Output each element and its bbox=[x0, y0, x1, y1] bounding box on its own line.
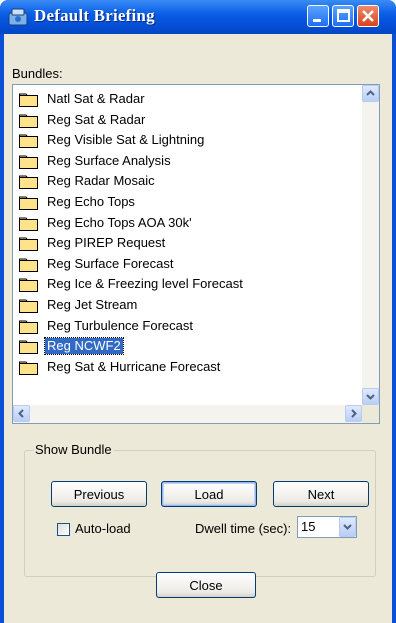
bundle-item-label: Reg Visible Sat & Lightning bbox=[47, 132, 205, 148]
scroll-corner bbox=[362, 405, 379, 423]
folder-icon bbox=[19, 299, 38, 313]
scroll-up-button[interactable] bbox=[362, 85, 379, 102]
close-button[interactable]: Close bbox=[156, 572, 256, 598]
folder-icon bbox=[19, 258, 38, 272]
briefing-window: Default Briefing Bundles: Natl Sat & Rad… bbox=[0, 0, 396, 623]
previous-button[interactable]: Previous bbox=[51, 481, 147, 507]
dwell-time-select[interactable]: 15 bbox=[297, 516, 357, 538]
folder-icon bbox=[19, 361, 38, 375]
dwell-time-value: 15 bbox=[301, 519, 316, 534]
maximize-icon bbox=[337, 9, 350, 22]
folder-icon bbox=[19, 175, 38, 190]
window-title: Default Briefing bbox=[34, 6, 155, 25]
close-icon bbox=[362, 10, 374, 22]
dwell-dropdown-button[interactable] bbox=[339, 517, 356, 537]
folder-icon bbox=[19, 320, 38, 334]
bundle-item-label: Reg Radar Mosaic bbox=[47, 173, 155, 189]
scroll-down-button[interactable] bbox=[362, 388, 379, 405]
dialog-body: Bundles: Natl Sat & Radar Reg Sat & Radar… bbox=[4, 34, 392, 623]
folder-icon bbox=[19, 134, 38, 149]
chevron-down-icon bbox=[343, 524, 352, 530]
bundle-item-label: Reg Sat & Radar bbox=[47, 111, 146, 127]
folder-icon bbox=[19, 114, 38, 128]
scroll-left-button[interactable] bbox=[13, 405, 30, 422]
bundle-item-label: Reg Jet Stream bbox=[47, 297, 138, 312]
horizontal-scrollbar[interactable] bbox=[13, 405, 362, 423]
next-button[interactable]: Next bbox=[273, 481, 369, 507]
show-bundle-label: Show Bundle bbox=[33, 442, 114, 457]
app-icon bbox=[8, 8, 28, 26]
minimize-icon bbox=[313, 19, 321, 22]
bundle-item-label: Reg Echo Tops bbox=[47, 194, 135, 209]
bundle-item-label: Reg PIREP Request bbox=[47, 235, 166, 251]
bundle-item-label: Reg Surface Forecast bbox=[47, 255, 174, 271]
chevron-up-icon bbox=[366, 90, 375, 96]
chevron-left-icon bbox=[18, 409, 24, 418]
show-bundle-group: Show Bundle Previous Load Next Auto-load… bbox=[24, 442, 376, 577]
bundle-item-label: Natl Sat & Radar bbox=[47, 91, 145, 106]
folder-icon bbox=[19, 237, 38, 252]
bundle-item-label: Reg Surface Analysis bbox=[47, 152, 171, 168]
bundle-item-label: Reg Ice & Freezing level Forecast bbox=[47, 276, 243, 292]
bundles-list[interactable]: Natl Sat & Radar Reg Sat & Radar Reg Visib… bbox=[12, 84, 380, 424]
minimize-button[interactable] bbox=[307, 5, 329, 27]
folder-icon bbox=[19, 217, 38, 231]
bundle-item-label: Reg NCWF2 bbox=[44, 337, 124, 356]
folder-icon bbox=[19, 340, 38, 355]
autoload-label[interactable]: Auto-load bbox=[75, 521, 131, 536]
title-bar[interactable]: Default Briefing bbox=[0, 0, 396, 34]
load-button[interactable]: Load bbox=[161, 481, 257, 507]
folder-icon bbox=[19, 93, 38, 107]
chevron-right-icon bbox=[351, 409, 357, 418]
vertical-scrollbar[interactable] bbox=[362, 85, 379, 405]
folder-icon bbox=[19, 196, 38, 210]
maximize-button[interactable] bbox=[332, 5, 354, 27]
scroll-right-button[interactable] bbox=[345, 405, 362, 422]
dwell-time-label: Dwell time (sec): bbox=[195, 521, 292, 536]
bundle-item-label: Reg Turbulence Forecast bbox=[47, 317, 193, 333]
bundle-item-label: Reg Echo Tops AOA 30k' bbox=[47, 214, 192, 230]
autoload-checkbox[interactable] bbox=[57, 523, 70, 536]
bundle-item-label: Reg Sat & Hurricane Forecast bbox=[47, 358, 221, 374]
folder-icon bbox=[19, 278, 38, 293]
chevron-down-icon bbox=[366, 394, 375, 400]
close-window-button[interactable] bbox=[357, 5, 379, 27]
bundles-label: Bundles: bbox=[12, 66, 63, 81]
folder-icon bbox=[19, 155, 38, 169]
